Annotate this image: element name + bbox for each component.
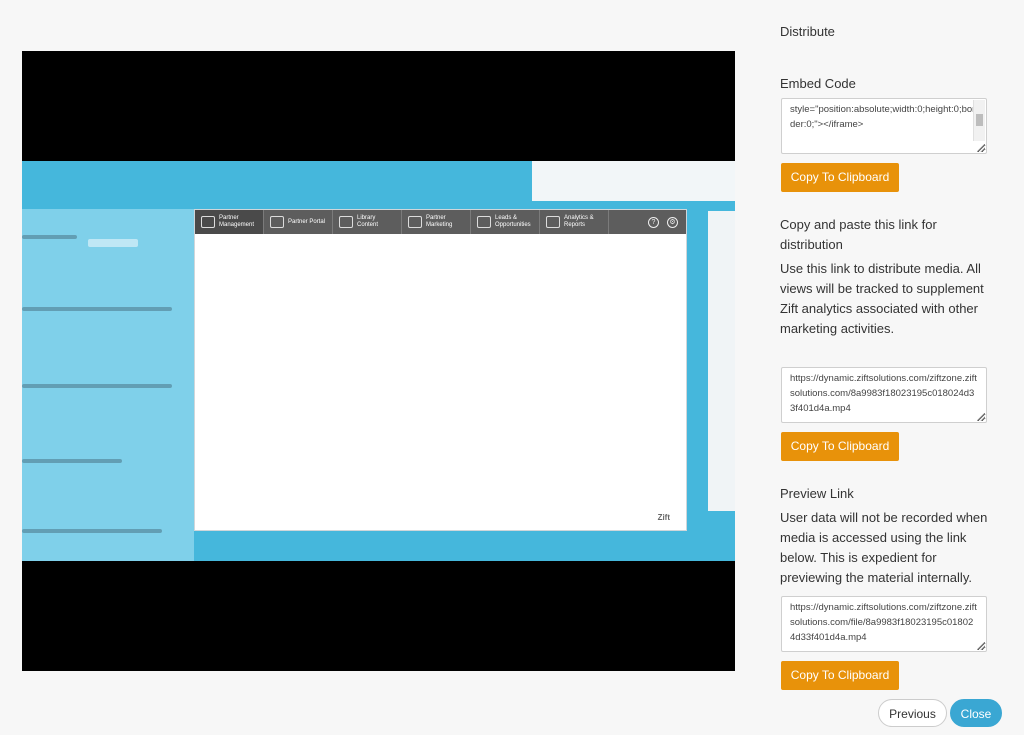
folder-icon <box>339 216 353 228</box>
video-frame: Partner Management Partner Portal Librar… <box>22 161 735 561</box>
nav-label: Analytics & Reports <box>564 215 594 228</box>
previous-button[interactable]: Previous <box>878 699 947 727</box>
link-description: Use this link to distribute media. All v… <box>780 261 984 336</box>
background-panel <box>708 211 735 511</box>
help-icon: ? <box>648 216 659 228</box>
panel-title: Distribute <box>780 24 835 39</box>
blur-line <box>88 239 138 247</box>
zift-watermark: Zift <box>657 513 670 522</box>
blur-line <box>22 235 77 239</box>
app-nav-bar: Partner Management Partner Portal Librar… <box>195 210 686 234</box>
nav-partner-portal: Partner Portal <box>264 210 333 234</box>
nav-label: Partner Portal <box>288 218 326 225</box>
monitor-icon <box>270 216 284 228</box>
copy-embed-code-button[interactable]: Copy To Clipboard <box>781 163 899 192</box>
nav-label: Library Content <box>357 215 379 228</box>
gear-icon: ⚙ <box>667 216 678 228</box>
preview-link-heading: Preview Link <box>780 486 854 501</box>
preview-link-text: https://dynamic.ziftsolutions.com/ziftzo… <box>790 602 977 643</box>
nav-library-content: Library Content <box>333 210 402 234</box>
copy-preview-link-button[interactable]: Copy To Clipboard <box>781 661 899 690</box>
people-icon <box>201 216 215 228</box>
funnel-icon <box>477 216 491 228</box>
link-heading: Copy and paste this link for distributio… <box>780 217 937 252</box>
nav-right-icons: ? ⚙ <box>648 216 686 228</box>
nav-label: Partner Marketing <box>426 215 453 228</box>
distribution-link-text: https://dynamic.ziftsolutions.com/ziftzo… <box>790 373 977 414</box>
app-window: Partner Management Partner Portal Librar… <box>194 209 687 531</box>
copy-distribution-link-button[interactable]: Copy To Clipboard <box>781 432 899 461</box>
blur-line <box>22 384 172 388</box>
nav-leads-opportunities: Leads & Opportunities <box>471 210 540 234</box>
chart-icon <box>546 216 560 228</box>
nav-label: Partner Management <box>219 215 255 228</box>
blurred-sidebar <box>22 209 194 561</box>
embed-code-heading: Embed Code <box>780 76 856 91</box>
distribution-link-textarea[interactable]: https://dynamic.ziftsolutions.com/ziftzo… <box>781 367 987 423</box>
blur-line <box>22 307 172 311</box>
nav-partner-marketing: Partner Marketing <box>402 210 471 234</box>
video-player[interactable]: Partner Management Partner Portal Librar… <box>22 51 735 671</box>
resize-grip-icon[interactable] <box>977 642 985 650</box>
background-panel <box>532 161 735 201</box>
blur-line <box>22 529 162 533</box>
megaphone-icon <box>408 216 422 228</box>
scrollbar-thumb[interactable] <box>976 114 983 126</box>
nav-partner-management: Partner Management <box>195 210 264 234</box>
scrollbar[interactable] <box>973 100 985 141</box>
close-button[interactable]: Close <box>950 699 1002 727</box>
nav-label: Leads & Opportunities <box>495 215 531 228</box>
resize-grip-icon[interactable] <box>977 413 985 421</box>
preview-link-textarea[interactable]: https://dynamic.ziftsolutions.com/ziftzo… <box>781 596 987 652</box>
resize-grip-icon[interactable] <box>977 144 985 152</box>
blur-line <box>22 459 122 463</box>
embed-code-text: style="position:absolute;width:0;height:… <box>790 104 976 130</box>
nav-analytics-reports: Analytics & Reports <box>540 210 609 234</box>
embed-code-textarea[interactable]: style="position:absolute;width:0;height:… <box>781 98 987 154</box>
preview-description: User data will not be recorded when medi… <box>780 510 988 585</box>
